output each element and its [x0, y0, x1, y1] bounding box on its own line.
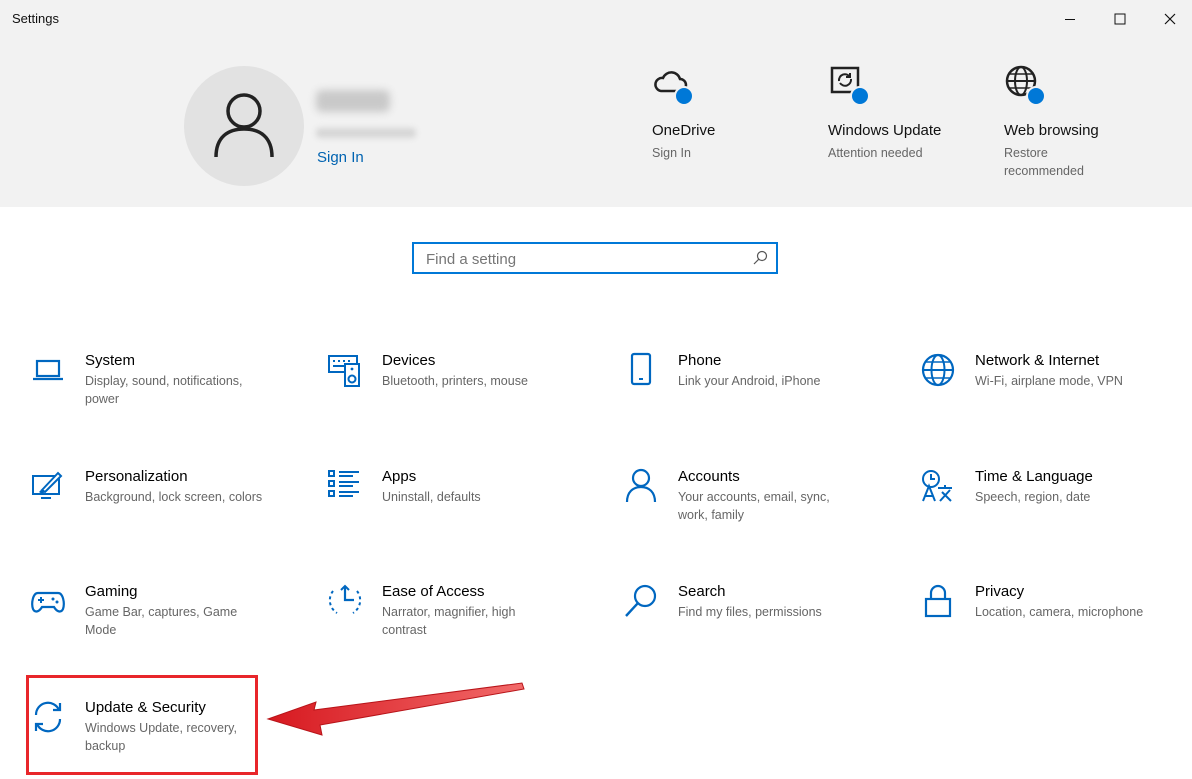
search-icon[interactable]: [752, 250, 768, 266]
account-name-redacted: [316, 90, 390, 112]
tile-network-internet[interactable]: Network & Internet Wi-Fi, airplane mode,…: [920, 352, 1170, 432]
tile-personalization[interactable]: Personalization Background, lock screen,…: [30, 468, 280, 548]
status-dot: [674, 86, 694, 106]
tile-time-language[interactable]: Time & Language Speech, region, date: [920, 468, 1170, 548]
windows-update-item[interactable]: Windows Update Attention needed: [828, 64, 988, 162]
tile-search[interactable]: Search Find my files, permissions: [623, 583, 873, 663]
onedrive-status: Sign In: [652, 146, 691, 160]
tile-description: Speech, region, date: [975, 490, 1091, 504]
tile-description: Narrator, magnifier, high contrast: [382, 605, 516, 637]
gamepad-icon: [31, 591, 65, 613]
tile-phone[interactable]: Phone Link your Android, iPhone: [623, 352, 873, 432]
minimize-icon: [1065, 19, 1075, 20]
tile-label: Phone: [678, 352, 722, 369]
lock-icon: [924, 584, 952, 618]
paintbrush-icon: [32, 471, 63, 499]
settings-header: Sign In OneDrive Sign In Windows Update …: [0, 40, 1192, 207]
status-dot: [1026, 86, 1046, 106]
tile-description: Game Bar, captures, Game Mode: [85, 605, 238, 637]
tile-label: Apps: [382, 468, 417, 485]
person-icon: [214, 93, 274, 158]
tile-description: Wi-Fi, airplane mode, VPN: [975, 374, 1123, 388]
devices-icon: [328, 355, 360, 387]
tile-label: Time & Language: [975, 468, 1093, 485]
onedrive-item[interactable]: OneDrive Sign In: [652, 64, 812, 162]
title-bar: Settings: [0, 0, 1192, 40]
tile-description: Find my files, permissions: [678, 605, 822, 619]
tile-label: Personalization: [85, 468, 188, 485]
person-icon: [625, 468, 657, 503]
time-language-icon: [922, 470, 952, 502]
globe-icon: [921, 353, 955, 387]
tile-privacy[interactable]: Privacy Location, camera, microphone: [920, 583, 1170, 663]
tile-description: Uninstall, defaults: [382, 490, 481, 504]
tile-description: Background, lock screen, colors: [85, 490, 263, 504]
tile-description: Bluetooth, printers, mouse: [382, 374, 528, 388]
tile-label: Gaming: [85, 583, 138, 600]
web-browsing-label: Web browsing: [1004, 122, 1099, 139]
tile-apps[interactable]: Apps Uninstall, defaults: [327, 468, 577, 548]
sign-in-link[interactable]: Sign In: [317, 149, 364, 166]
avatar[interactable]: [184, 66, 304, 186]
web-browsing-item[interactable]: Web browsing Restore recommended: [1004, 64, 1114, 180]
tile-ease-of-access[interactable]: Ease of Access Narrator, magnifier, high…: [327, 583, 577, 663]
tile-description: Your accounts, email, sync, work, family: [678, 490, 830, 522]
phone-icon: [630, 352, 652, 386]
red-arrow-icon: [266, 682, 525, 736]
account-email-redacted: [316, 128, 416, 138]
laptop-icon: [33, 359, 63, 381]
onedrive-label: OneDrive: [652, 122, 716, 139]
windows-update-status: Attention needed: [828, 146, 923, 160]
web-browsing-status: Restore recommended: [1004, 146, 1084, 178]
tile-label: Accounts: [678, 468, 740, 485]
tile-gaming[interactable]: Gaming Game Bar, captures, Game Mode: [30, 583, 280, 663]
tile-label: Devices: [382, 352, 436, 369]
maximize-button[interactable]: [1097, 6, 1143, 32]
tile-devices[interactable]: Devices Bluetooth, printers, mouse: [327, 352, 577, 432]
tile-label: Network & Internet: [975, 352, 1100, 369]
tile-label: Search: [678, 583, 726, 600]
minimize-button[interactable]: [1047, 6, 1093, 32]
maximize-icon: [1114, 13, 1126, 25]
status-dot: [850, 86, 870, 106]
windows-update-label: Windows Update: [828, 122, 942, 139]
search-input[interactable]: [424, 247, 748, 271]
close-icon: [1164, 13, 1176, 25]
search-box[interactable]: [412, 242, 778, 274]
window-title: Settings: [12, 11, 59, 26]
apps-list-icon: [328, 470, 359, 497]
tile-label: Ease of Access: [382, 583, 485, 600]
tile-system[interactable]: System Display, sound, notifications, po…: [30, 352, 280, 432]
tile-description: Link your Android, iPhone: [678, 374, 821, 388]
tile-label: System: [85, 352, 136, 369]
ease-of-access-icon: [328, 584, 362, 614]
tile-accounts[interactable]: Accounts Your accounts, email, sync, wor…: [623, 468, 873, 548]
close-button[interactable]: [1147, 6, 1192, 32]
tile-description: Display, sound, notifications, power: [85, 374, 243, 406]
highlight-box: [26, 675, 258, 775]
tile-label: Privacy: [975, 583, 1025, 600]
tile-description: Location, camera, microphone: [975, 605, 1144, 619]
search-icon: [625, 584, 657, 617]
